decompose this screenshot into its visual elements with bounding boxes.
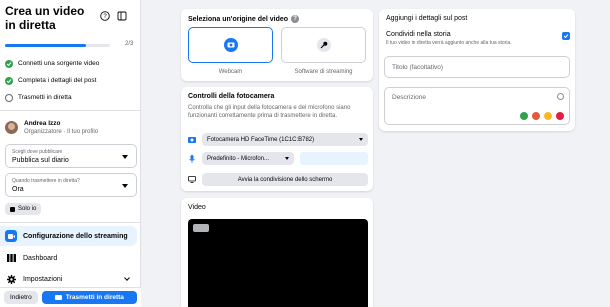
sidebar-toggle-icon[interactable] <box>115 9 128 22</box>
camera-description: Controlla che gli input della fotocamera… <box>188 105 351 119</box>
description-placeholder: Descrizione <box>392 94 426 101</box>
menu-item-stream-setup[interactable]: Configurazione dello streaming <box>0 226 137 246</box>
camera-select[interactable]: Fotocamera HD FaceTime (1C1C:B782) <box>202 133 368 146</box>
video-camera-icon <box>54 295 62 300</box>
microphone-icon <box>188 154 196 163</box>
dashboard-icon <box>5 252 17 264</box>
menu-item-dashboard[interactable]: Dashboard <box>0 248 137 268</box>
caret-down-icon <box>359 138 363 141</box>
video-preview-card: Video <box>181 198 373 307</box>
bottom-action-bar: Indietro Trasmetti in diretta <box>0 287 141 307</box>
microphone-select-value: Predefinito - Microfon... <box>207 155 270 162</box>
title-placeholder: Titolo (facoltativo) <box>392 64 444 71</box>
gear-icon <box>5 273 17 285</box>
location-icon[interactable] <box>532 112 540 120</box>
camera-controls-card: Controlli della fotocamera Controlla che… <box>181 87 373 191</box>
publish-location-select[interactable]: Scegli dove pubblicare Pubblica sul diar… <box>5 144 137 168</box>
microphone-select[interactable]: Predefinito - Microfon... <box>202 152 294 165</box>
preview-badge <box>193 224 209 232</box>
privacy-label: Solo io <box>18 206 37 212</box>
screen-share-icon <box>188 176 196 184</box>
go-live-button[interactable]: Trasmetti in diretta <box>41 291 137 304</box>
description-actions <box>520 112 564 120</box>
description-input[interactable]: Descrizione <box>384 87 570 125</box>
title-input[interactable]: Titolo (facoltativo) <box>384 56 570 78</box>
user-info: Andrea Izzo Organizzatore · Il tuo profi… <box>5 120 98 135</box>
card-title: Controlli della fotocamera <box>188 93 275 100</box>
share-story-title: Condividi nella storia <box>386 31 451 38</box>
source-option-webcam[interactable] <box>188 27 273 63</box>
select-value: Pubblica sul diario <box>12 157 69 164</box>
page-title: Crea un video in diretta <box>5 4 85 32</box>
emoji-icon[interactable] <box>557 93 564 100</box>
audio-level-meter <box>300 152 368 165</box>
user-role: Organizzatore · Il tuo profilo <box>24 129 99 135</box>
progress-label: 2/3 <box>125 41 134 47</box>
step-item: Connetti una sorgente video <box>5 55 135 72</box>
menu-item-settings[interactable]: Impostazioni <box>0 269 137 289</box>
select-label: Quando trasmettere in diretta? <box>12 178 80 184</box>
check-icon <box>5 76 13 85</box>
camera-row: Fotocamera HD FaceTime (1C1C:B782) <box>188 133 368 146</box>
card-title: Video <box>188 204 206 211</box>
divider <box>0 222 141 223</box>
card-title: Seleziona un'origine del video? <box>188 15 300 23</box>
microphone-row: Predefinito - Microfon... <box>188 152 368 165</box>
start-screen-share-button[interactable]: Avvia la condivisione dello schermo <box>202 173 368 186</box>
share-to-story-option[interactable]: Condividi nella storia Il tuo video in d… <box>386 31 570 46</box>
privacy-button[interactable]: Solo io <box>5 203 42 215</box>
progress-fill <box>5 44 86 47</box>
screen-share-row: Avvia la condivisione dello schermo <box>188 173 368 186</box>
menu-item-label: Dashboard <box>23 254 58 262</box>
feeling-icon[interactable] <box>544 112 552 120</box>
caret-down-icon <box>285 157 289 160</box>
chevron-down-icon <box>124 275 130 281</box>
menu-item-label: Impostazioni <box>23 275 63 283</box>
share-story-subtitle: Il tuo video in diretta verrà aggiunto a… <box>386 40 512 46</box>
step-list: Connetti una sorgente video Completa i d… <box>5 55 135 106</box>
caret-down-icon <box>122 184 128 188</box>
sidebar: Crea un video in diretta ? 2/3 Connetti … <box>0 0 141 307</box>
fundraiser-icon[interactable] <box>556 112 564 120</box>
video-source-card: Seleziona un'origine del video? Webcam S… <box>181 9 373 81</box>
avatar <box>5 121 18 134</box>
divider <box>0 110 141 111</box>
share-story-checkbox[interactable] <box>562 32 570 40</box>
post-details-card: Aggiungi i dettagli sul post Condividi n… <box>379 9 575 131</box>
step-label: Connetti una sorgente video <box>18 60 100 67</box>
select-value: Ora <box>12 186 24 193</box>
caret-down-icon <box>122 155 128 159</box>
help-icon[interactable]: ? <box>98 9 111 22</box>
card-title: Aggiungi i dettagli sul post <box>386 15 468 22</box>
svg-text:?: ? <box>103 14 107 20</box>
step-label: Completa i dettagli del post <box>18 77 97 84</box>
broadcast-time-select[interactable]: Quando trasmettere in diretta? Ora <box>5 173 137 197</box>
check-icon <box>5 59 13 68</box>
menu-item-label: Configurazione dello streaming <box>23 232 128 240</box>
circle-icon <box>5 93 13 102</box>
source-option-streaming-software[interactable] <box>281 27 366 63</box>
user-name: Andrea Izzo <box>24 120 61 127</box>
camera-icon <box>223 38 238 52</box>
step-item: Completa i dettagli del post <box>5 72 135 89</box>
lock-icon <box>10 206 15 212</box>
select-label: Scegli dove pubblicare <box>12 149 63 155</box>
tag-people-icon[interactable] <box>520 112 528 120</box>
source-title: Seleziona un'origine del video <box>188 15 289 23</box>
step-item: Trasmetti in diretta <box>5 89 135 106</box>
source-option-label: Webcam <box>218 69 243 75</box>
help-icon[interactable]: ? <box>291 15 300 23</box>
progress-bar <box>5 44 110 47</box>
step-label: Trasmetti in diretta <box>18 94 72 101</box>
go-live-label: Trasmetti in diretta <box>65 294 124 301</box>
back-button[interactable]: Indietro <box>4 291 38 304</box>
camera-select-value: Fotocamera HD FaceTime (1C1C:B782) <box>207 136 315 143</box>
video-preview <box>188 219 368 307</box>
source-option-label: Software di streaming <box>294 69 353 75</box>
camera-icon <box>188 136 196 144</box>
key-icon <box>316 38 331 52</box>
stream-icon <box>5 230 17 242</box>
